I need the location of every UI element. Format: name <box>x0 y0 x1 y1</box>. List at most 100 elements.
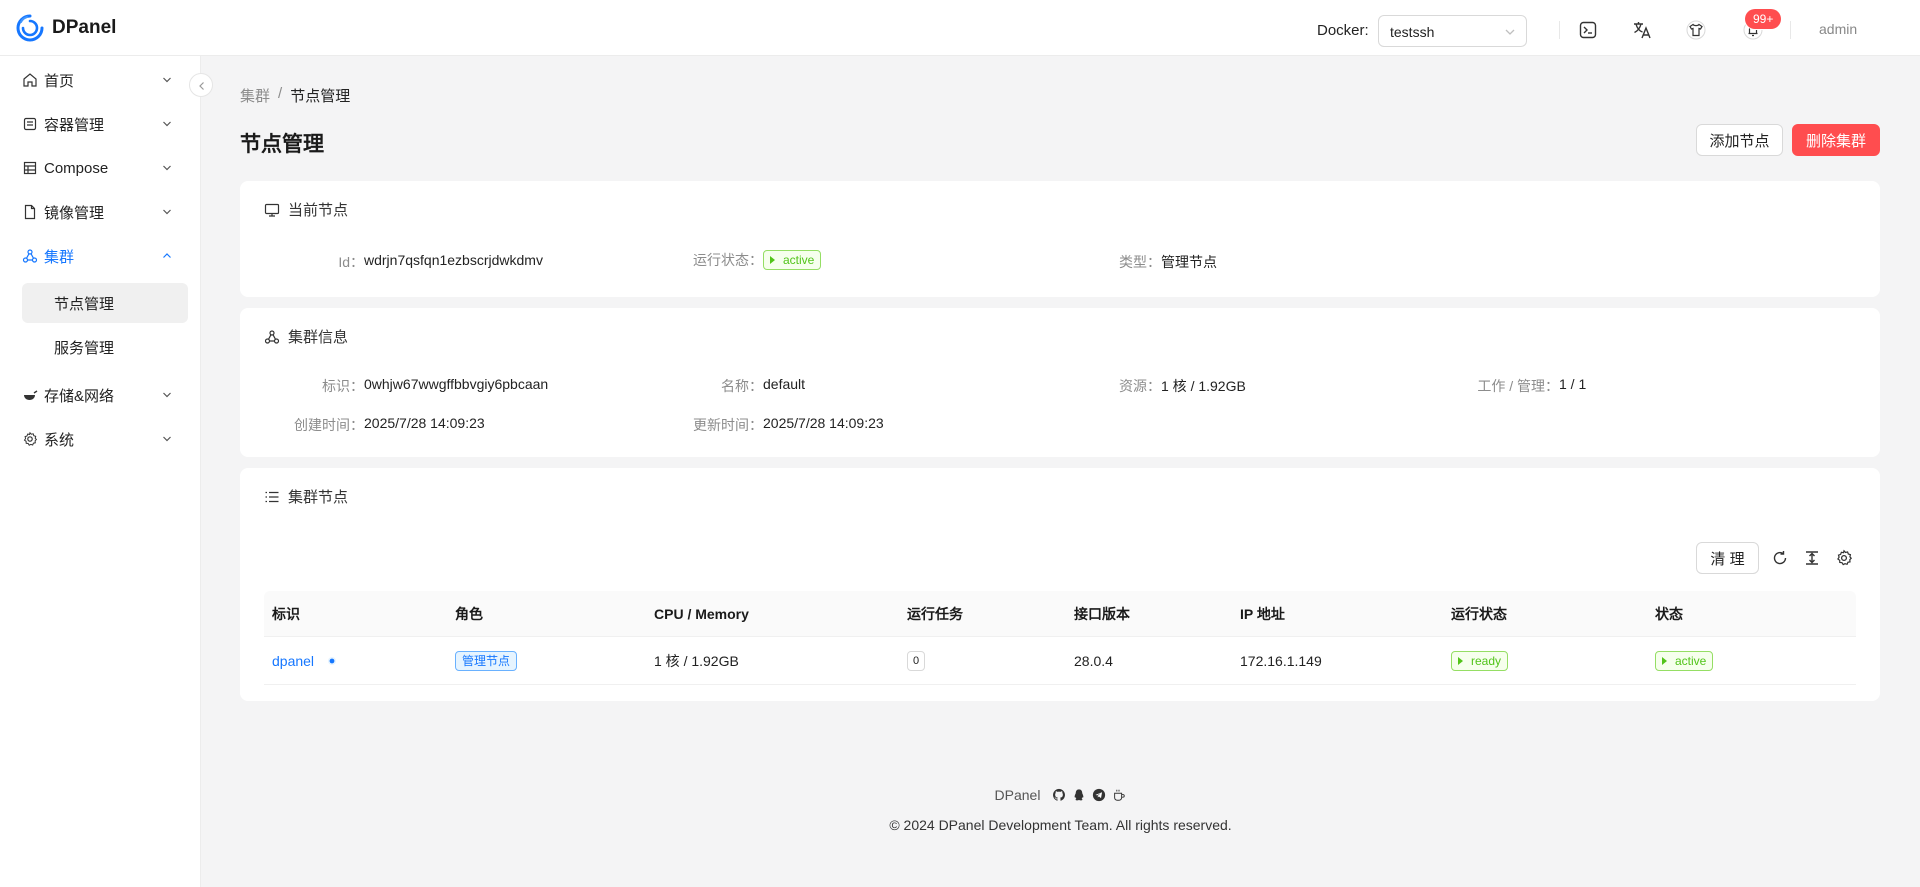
theme-shirt-icon[interactable] <box>1686 20 1706 40</box>
gear-icon <box>23 431 38 446</box>
sidebar-item-home[interactable]: 首页 <box>22 60 190 100</box>
chevron-down-icon <box>163 209 171 215</box>
user-menu[interactable]: admin <box>1819 21 1857 37</box>
column-header[interactable]: 运行状态 <box>1451 591 1507 636</box>
cluster-info-card: 集群信息 标识： 0whjw67wwgffbbvgiy6pbcaan 名称： d… <box>240 308 1880 457</box>
field-label: 资源： <box>1119 378 1161 394</box>
chevron-up-icon <box>163 253 171 258</box>
column-header[interactable]: 接口版本 <box>1074 591 1130 636</box>
sidebar-item-containers[interactable]: 容器管理 <box>22 104 190 144</box>
compose-icon <box>23 161 37 175</box>
page-title: 节点管理 <box>240 133 324 156</box>
footer-brand-row: DPanel <box>201 787 1920 803</box>
field-label: 工作 / 管理： <box>1477 378 1559 394</box>
docker-label: Docker: <box>1317 22 1369 39</box>
field-label: 创建时间： <box>294 417 364 433</box>
card-title-text: 集群信息 <box>288 329 349 346</box>
add-node-button[interactable]: 添加节点 <box>1696 124 1783 156</box>
chevron-down-icon <box>1505 29 1515 35</box>
node-tasks-cell: 0 <box>907 637 926 684</box>
github-icon[interactable] <box>1052 788 1066 802</box>
status-badge: active <box>1655 650 1714 671</box>
breadcrumb-parent[interactable]: 集群 <box>240 85 270 106</box>
translate-icon[interactable] <box>1632 20 1652 40</box>
cluster-workers-managers: 工作 / 管理： 1 / 1 <box>1448 376 1586 396</box>
field-value: default <box>763 376 806 392</box>
delete-cluster-button[interactable]: 删除集群 <box>1792 124 1880 156</box>
sidebar-item-label: 集群 <box>44 248 75 266</box>
card-title: 集群信息 <box>264 326 348 347</box>
docker-env-value: testssh <box>1390 24 1435 40</box>
current-node-card: 当前节点 Id： wdrjn7qsfqn1ezbscrjdwkdmv 运行状态：… <box>240 181 1880 297</box>
sidebar-item-system[interactable]: 系统 <box>22 419 190 459</box>
sidebar-item-label: 系统 <box>44 431 75 449</box>
breadcrumb-separator: / <box>278 85 283 102</box>
sidebar-item-label: 首页 <box>44 72 75 90</box>
sidebar-item-cluster[interactable]: 集群 <box>22 236 190 276</box>
chevron-down-icon <box>163 392 171 398</box>
qq-icon[interactable] <box>1072 788 1086 802</box>
chevron-down-icon <box>163 436 171 442</box>
column-header[interactable]: IP 地址 <box>1240 591 1285 636</box>
node-run-status-cell: ready <box>1451 637 1509 684</box>
table-header: 标识 角色 CPU / Memory 运行任务 接口版本 IP 地址 运行状态 … <box>264 591 1856 637</box>
sidebar-subitem-services[interactable]: 服务管理 <box>22 327 188 367</box>
sidebar-subitem-label: 节点管理 <box>54 295 115 313</box>
role-tag: 管理节点 <box>455 650 518 671</box>
cluster-name: 名称： default <box>692 376 805 396</box>
cluster-icon <box>22 249 38 263</box>
sidebar-item-compose[interactable]: Compose <box>22 148 190 188</box>
sidebar-collapse-button[interactable] <box>189 73 213 97</box>
notification-badge: 99+ <box>1745 9 1782 29</box>
docker-env-select[interactable]: testssh <box>1378 15 1527 47</box>
field-value: 2025/7/28 14:09:23 <box>763 415 884 431</box>
app-logo[interactable]: DPanel <box>15 13 116 43</box>
field-label: 名称： <box>721 378 763 394</box>
status-badge-text: active <box>1675 653 1707 668</box>
status-badge: active <box>763 250 822 270</box>
column-header[interactable]: 状态 <box>1655 591 1683 636</box>
clean-button[interactable]: 清 理 <box>1696 542 1759 574</box>
node-ip-cell: 172.16.1.149 <box>1240 652 1322 669</box>
field-label: 运行状态： <box>693 252 763 268</box>
column-header[interactable]: 标识 <box>272 591 300 636</box>
divider <box>1790 21 1791 39</box>
node-status-cell: active <box>1655 637 1714 684</box>
tasks-count-tag: 0 <box>907 650 926 671</box>
coffee-icon[interactable] <box>1112 788 1126 802</box>
sidebar: 首页 容器管理 Compose 镜像管理 集群 节点管理 服务管理 存储&网络 … <box>0 56 201 887</box>
chevron-down-icon <box>163 165 171 171</box>
node-version-cell: 28.0.4 <box>1074 652 1113 669</box>
sidebar-item-label: 存储&网络 <box>44 387 115 405</box>
column-header[interactable]: 角色 <box>455 591 483 636</box>
current-node-id: Id： wdrjn7qsfqn1ezbscrjdwkdmv <box>264 252 543 272</box>
refresh-icon[interactable] <box>1771 549 1789 567</box>
cluster-nodes-card: 集群节点 清 理 标识 角色 CPU / Memory 运行任务 接口版本 IP… <box>240 468 1880 701</box>
cluster-resources: 资源： 1 核 / 1.92GB <box>1090 376 1246 396</box>
column-header[interactable]: 运行任务 <box>907 591 963 636</box>
cluster-icon <box>264 329 280 344</box>
top-header: DPanel Docker: testssh 99+ admin <box>0 0 1920 56</box>
cluster-id: 标识： 0whjw67wwgffbbvgiy6pbcaan <box>264 376 548 396</box>
sidebar-item-storage-network[interactable]: 存储&网络 <box>22 375 190 415</box>
field-label: 更新时间： <box>693 417 763 433</box>
column-header[interactable]: CPU / Memory <box>654 591 749 636</box>
dpanel-logo-icon <box>16 14 44 42</box>
sidebar-item-images[interactable]: 镜像管理 <box>22 192 190 232</box>
footer-copyright: © 2024 DPanel Development Team. All righ… <box>889 817 1232 833</box>
field-value: 1 / 1 <box>1559 376 1587 392</box>
current-node-dot-icon <box>328 656 337 665</box>
settings-icon[interactable] <box>1835 549 1853 567</box>
card-title-text: 集群节点 <box>288 489 349 506</box>
table-row: dpanel 管理节点 1 核 / 1.92GB 0 28.0.4 172.16… <box>264 637 1856 685</box>
breadcrumb: 集群 / 节点管理 <box>240 85 350 106</box>
play-icon <box>1662 656 1667 665</box>
terminal-icon[interactable] <box>1578 20 1598 40</box>
card-title-text: 当前节点 <box>288 202 349 219</box>
status-badge-text: active <box>783 253 815 267</box>
telegram-icon[interactable] <box>1092 788 1106 802</box>
column-height-icon[interactable] <box>1803 549 1821 567</box>
sidebar-item-label: 容器管理 <box>44 116 105 134</box>
node-link[interactable]: dpanel <box>272 653 314 669</box>
sidebar-subitem-nodes[interactable]: 节点管理 <box>22 283 188 323</box>
